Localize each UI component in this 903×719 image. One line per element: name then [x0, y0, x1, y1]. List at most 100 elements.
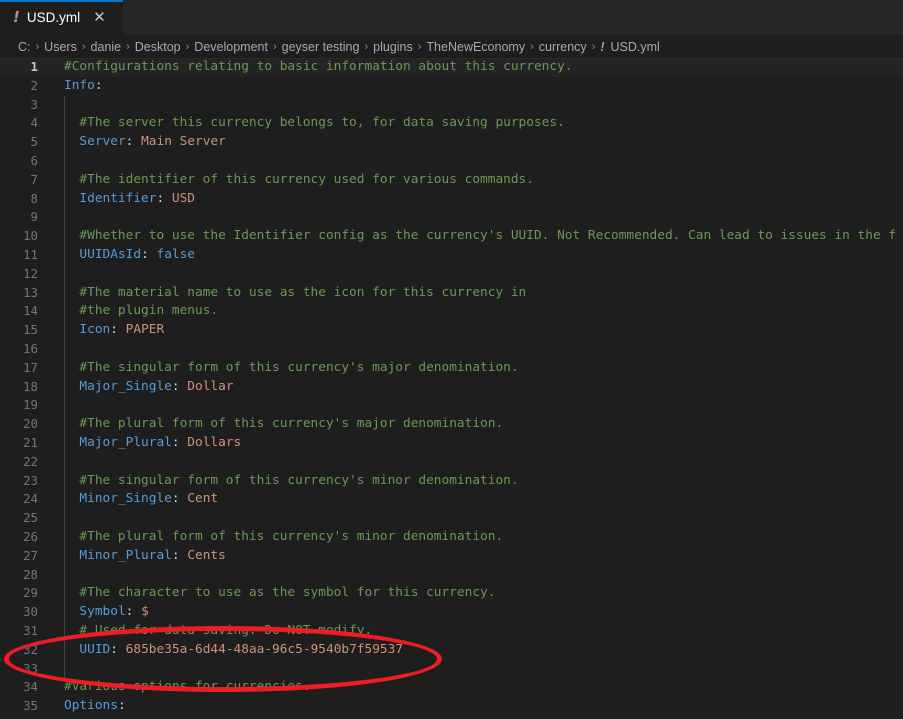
- code-line[interactable]: 30 Symbol: $: [0, 603, 903, 622]
- breadcrumb-item[interactable]: geyser testing: [282, 40, 360, 54]
- code-line[interactable]: 9: [0, 208, 903, 227]
- code-line[interactable]: 16: [0, 340, 903, 359]
- breadcrumb-item[interactable]: currency: [539, 40, 587, 54]
- code-line[interactable]: 23 #The singular form of this currency's…: [0, 472, 903, 491]
- code-token: $: [141, 604, 149, 619]
- code-line[interactable]: 22: [0, 453, 903, 472]
- code-line[interactable]: 29 #The character to use as the symbol f…: [0, 584, 903, 603]
- chevron-right-icon: ›: [82, 41, 86, 53]
- code-line[interactable]: 20 #The plural form of this currency's m…: [0, 415, 903, 434]
- code-token: Major_Plural: [79, 435, 171, 450]
- indent-guide: [64, 622, 65, 641]
- code-token: # Used for data saving. Do NOT modify.: [64, 623, 372, 638]
- line-number: 30: [0, 603, 50, 622]
- indent-guide: [64, 340, 65, 359]
- line-number: 3: [0, 96, 50, 115]
- code-line[interactable]: 14 #the plugin menus.: [0, 302, 903, 321]
- breadcrumb-item[interactable]: danie: [91, 40, 122, 54]
- code-line[interactable]: 5 Server: Main Server: [0, 133, 903, 152]
- line-number: 21: [0, 434, 50, 453]
- line-number: 35: [0, 697, 50, 716]
- code-line[interactable]: 32 UUID: 685be35a-6d44-48aa-96c5-9540b7f…: [0, 641, 903, 660]
- code-line[interactable]: 24 Minor_Single: Cent: [0, 490, 903, 509]
- code-text: #The singular form of this currency's mi…: [50, 472, 519, 491]
- code-line[interactable]: 21 Major_Plural: Dollars: [0, 434, 903, 453]
- code-line[interactable]: 27 Minor_Plural: Cents: [0, 547, 903, 566]
- code-line[interactable]: 31 # Used for data saving. Do NOT modify…: [0, 622, 903, 641]
- breadcrumb-item[interactable]: C:: [18, 40, 31, 54]
- code-token: :: [118, 698, 126, 713]
- breadcrumb-item-file[interactable]: !USD.yml: [600, 40, 659, 54]
- code-token: 685be35a-6d44-48aa-96c5-9540b7f59537: [126, 642, 403, 657]
- code-line[interactable]: 4 #The server this currency belongs to, …: [0, 114, 903, 133]
- code-editor[interactable]: 1#Configurations relating to basic infor…: [0, 58, 903, 719]
- code-token: [64, 548, 79, 563]
- code-line[interactable]: 11 UUIDAsId: false: [0, 246, 903, 265]
- tab-usd-yml[interactable]: ! USD.yml ✕: [0, 0, 124, 35]
- code-line[interactable]: 25: [0, 509, 903, 528]
- code-text: # Used for data saving. Do NOT modify.: [50, 622, 372, 641]
- code-token: #The plural form of this currency's mino…: [64, 529, 503, 544]
- indent-guide: [64, 321, 65, 340]
- code-text: #The server this currency belongs to, fo…: [50, 114, 565, 133]
- code-line[interactable]: 34 #Various options for currencies.: [0, 678, 903, 697]
- code-line[interactable]: 6: [0, 152, 903, 171]
- code-token: [64, 604, 79, 619]
- code-line[interactable]: 13 #The material name to use as the icon…: [0, 284, 903, 303]
- code-line[interactable]: 19: [0, 396, 903, 415]
- breadcrumb-item[interactable]: plugins: [373, 40, 413, 54]
- breadcrumb-item[interactable]: Users: [44, 40, 77, 54]
- code-token: false: [156, 247, 195, 262]
- code-token: :: [172, 548, 187, 563]
- breadcrumb-item[interactable]: TheNewEconomy: [426, 40, 525, 54]
- code-token: #The identifier of this currency used fo…: [64, 172, 534, 187]
- editor-tab-bar: ! USD.yml ✕: [0, 0, 903, 35]
- line-number: 23: [0, 472, 50, 491]
- code-token: [64, 322, 79, 337]
- code-line[interactable]: 35Options:: [0, 697, 903, 716]
- line-number: 10: [0, 227, 50, 246]
- code-line[interactable]: 7 #The identifier of this currency used …: [0, 171, 903, 190]
- code-line[interactable]: 8 Identifier: USD: [0, 190, 903, 209]
- line-number: 22: [0, 453, 50, 472]
- code-line[interactable]: 12: [0, 265, 903, 284]
- code-token: [64, 247, 79, 262]
- indent-guide: [64, 96, 65, 115]
- indent-guide: [64, 434, 65, 453]
- code-line[interactable]: 15 Icon: PAPER: [0, 321, 903, 340]
- chevron-right-icon: ›: [418, 41, 422, 53]
- code-line[interactable]: 26 #The plural form of this currency's m…: [0, 528, 903, 547]
- code-token: #Various options for currencies.: [64, 679, 311, 694]
- chevron-right-icon: ›: [364, 41, 368, 53]
- breadcrumb-item[interactable]: Development: [194, 40, 268, 54]
- code-token: Server: [79, 134, 125, 149]
- code-text: #the plugin menus.: [50, 302, 218, 321]
- line-number: 19: [0, 396, 50, 415]
- code-token: :: [172, 435, 187, 450]
- code-token: #Configurations relating to basic inform…: [64, 59, 573, 74]
- line-number: 5: [0, 133, 50, 152]
- code-token: #The singular form of this currency's ma…: [64, 360, 519, 375]
- code-line[interactable]: 10 #Whether to use the Identifier config…: [0, 227, 903, 246]
- indent-guide: [64, 284, 65, 303]
- close-icon[interactable]: ✕: [93, 10, 106, 25]
- code-line[interactable]: 1#Configurations relating to basic infor…: [0, 58, 903, 77]
- breadcrumb-item[interactable]: Desktop: [135, 40, 181, 54]
- code-line[interactable]: 17 #The singular form of this currency's…: [0, 359, 903, 378]
- code-token: :: [141, 247, 156, 262]
- tab-bar-empty-area: [124, 0, 903, 35]
- line-number: 34: [0, 678, 50, 697]
- code-text: #The character to use as the symbol for …: [50, 584, 495, 603]
- vscode-window: ! USD.yml ✕ C:›Users›danie›Desktop›Devel…: [0, 0, 903, 719]
- code-token: #The singular form of this currency's mi…: [64, 473, 519, 488]
- line-number: 26: [0, 528, 50, 547]
- code-line[interactable]: 18 Major_Single: Dollar: [0, 378, 903, 397]
- code-line[interactable]: 2Info:: [0, 77, 903, 96]
- code-line[interactable]: 28: [0, 566, 903, 585]
- indent-guide: [64, 133, 65, 152]
- code-line[interactable]: 3: [0, 96, 903, 115]
- yaml-file-icon: !: [600, 40, 604, 54]
- line-number: 13: [0, 284, 50, 303]
- code-line[interactable]: 33: [0, 660, 903, 679]
- code-token: UUID: [79, 642, 110, 657]
